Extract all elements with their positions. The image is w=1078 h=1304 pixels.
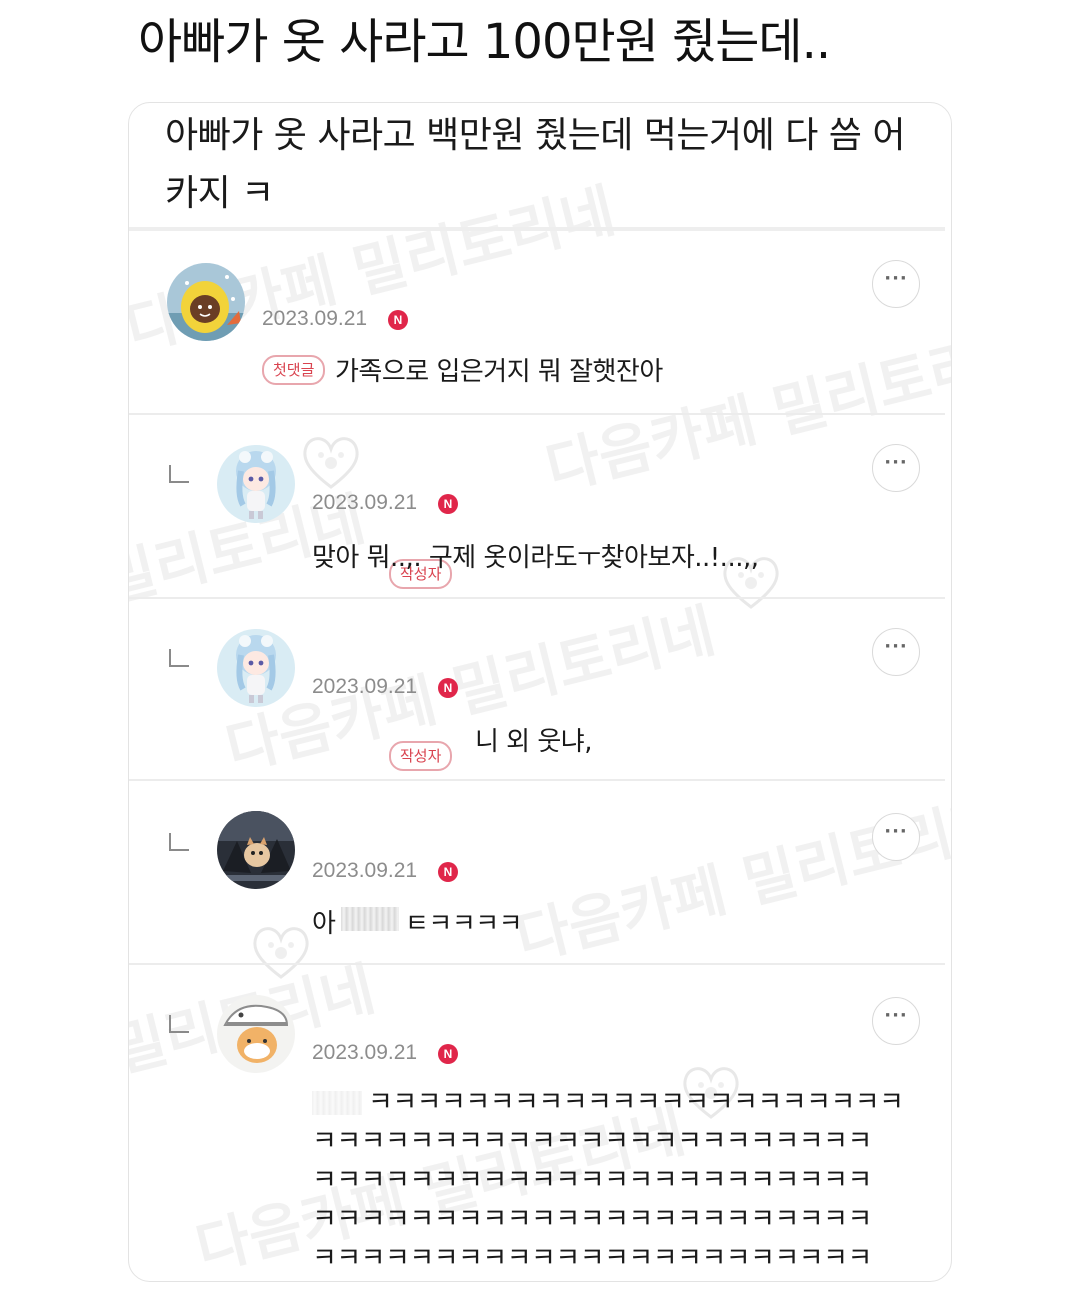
- comment-date: 2023.09.21: [262, 307, 368, 330]
- first-comment-tag: 첫댓글: [262, 355, 326, 385]
- post-body-text: 아빠가 옷 사라고 백만원 줬는데 먹는거에 다 씀 어카지 ㅋ: [165, 115, 905, 214]
- avatar[interactable]: [217, 445, 295, 523]
- comment-text: 가족으로 입은거지 뭐 잘햇잔아: [335, 357, 663, 387]
- comment-date: 2023.09.21: [312, 859, 418, 882]
- reply-indicator-icon: [169, 1015, 189, 1033]
- more-options-button[interactable]: ···: [872, 260, 920, 308]
- reply-indicator-icon: [169, 649, 189, 667]
- comment-item: 작성자 2023.09.21 N ··· 니 외 웃냐,: [129, 599, 951, 781]
- comment-text: 맞아 뭐..,. 구제 옷이라도ㅜ찾아보자..!...,,: [312, 543, 759, 573]
- comment-item: 2023.09.21 N ··· ㅋㅋㅋㅋㅋㅋㅋㅋㅋㅋㅋㅋㅋㅋㅋㅋㅋㅋㅋㅋㅋㅋ …: [129, 965, 951, 1281]
- page-title: 아빠가 옷 사라고 100만원 줬는데..: [138, 14, 831, 70]
- comment-text-suffix: ㅌㅋㅋㅋㅋ: [405, 909, 523, 939]
- new-badge: N: [388, 310, 408, 330]
- more-options-button[interactable]: ···: [872, 813, 920, 861]
- new-badge: N: [438, 494, 458, 514]
- comment-item: 2023.09.21 N ··· 첫댓글 가족으로 입은거지 뭐 잘햇잔아: [129, 231, 951, 415]
- comment-text: 니 외 웃냐,: [475, 727, 592, 757]
- avatar[interactable]: [217, 629, 295, 707]
- comment-item: 작성자 2023.09.21 N ··· 맞아 뭐..,. 구제 옷이라도ㅜ찾아…: [129, 415, 951, 599]
- more-options-button[interactable]: ···: [872, 628, 920, 676]
- more-options-button[interactable]: ···: [872, 444, 920, 492]
- new-badge: N: [438, 1044, 458, 1064]
- comment-text: ㅋㅋㅋㅋㅋㅋㅋㅋㅋㅋㅋㅋㅋㅋㅋㅋㅋㅋㅋㅋㅋㅋ ㅋㅋㅋㅋㅋㅋㅋㅋㅋㅋㅋㅋㅋㅋㅋㅋㅋ…: [312, 1087, 904, 1274]
- censored-text-blur: [341, 907, 399, 931]
- avatar[interactable]: [217, 995, 295, 1073]
- comment-text-prefix: 아: [312, 909, 336, 939]
- comment-date: 2023.09.21: [312, 675, 418, 698]
- comment-date: 2023.09.21: [312, 491, 418, 514]
- comment-item: 2023.09.21 N ··· 아 ㅌㅋㅋㅋㅋ: [129, 781, 951, 965]
- new-badge: N: [438, 862, 458, 882]
- author-tag: 작성자: [389, 741, 453, 771]
- reply-indicator-icon: [169, 833, 189, 851]
- reply-indicator-icon: [169, 465, 189, 483]
- avatar[interactable]: [217, 811, 295, 889]
- more-options-button[interactable]: ···: [872, 997, 920, 1045]
- comment-date: 2023.09.21: [312, 1041, 418, 1064]
- avatar[interactable]: [167, 263, 245, 341]
- comment-screenshot-card: 다음카페 밀리토리네 다음카페 밀리토리네 밀리토리네 다음카페 밀리토리네 다…: [128, 102, 952, 1282]
- new-badge: N: [438, 678, 458, 698]
